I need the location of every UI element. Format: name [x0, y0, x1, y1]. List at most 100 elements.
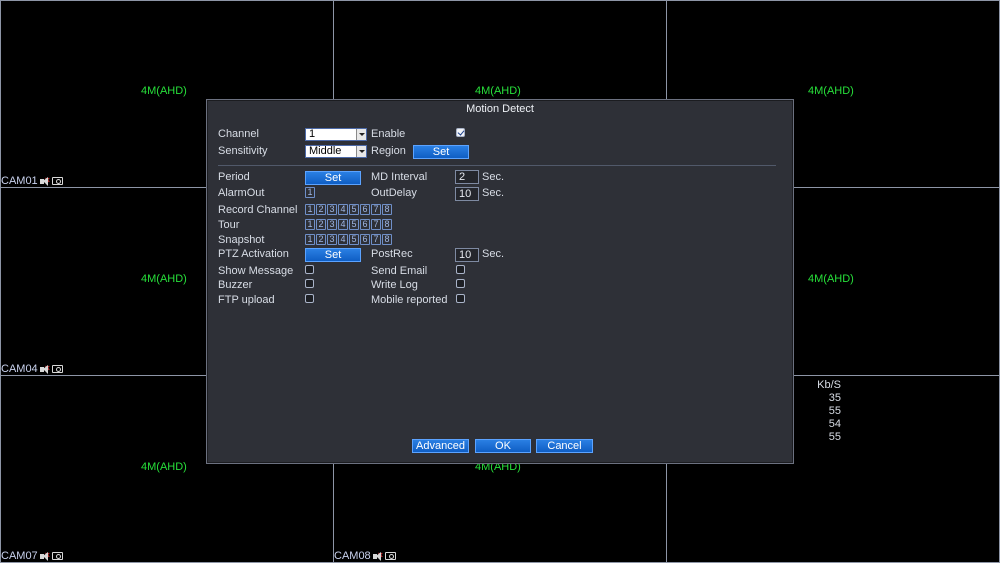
tour-box[interactable]: 5: [349, 219, 359, 230]
send-email-label: Send Email: [371, 265, 428, 277]
tour-box[interactable]: 2: [316, 219, 326, 230]
camera-1-resolution: 4M(AHD): [141, 85, 187, 97]
region-set-button[interactable]: Set: [413, 145, 469, 159]
dialog-title: Motion Detect: [466, 103, 534, 115]
record-channel-box[interactable]: 5: [349, 204, 359, 215]
camera-4-name: CAM04: [1, 363, 38, 375]
md-interval-input[interactable]: 2: [455, 170, 479, 184]
out-delay-label: OutDelay: [371, 187, 417, 199]
tour-box[interactable]: 1: [305, 219, 315, 230]
record-channel-box[interactable]: 1: [305, 204, 315, 215]
enable-label: Enable: [371, 128, 406, 140]
camera-8-label: CAM08 ×: [334, 550, 396, 562]
chevron-down-icon[interactable]: [356, 129, 366, 140]
camera-7-resolution: 4M(AHD): [141, 461, 187, 473]
tour-box[interactable]: 8: [382, 219, 392, 230]
region-label: Region: [371, 145, 406, 157]
camera-8-name: CAM08: [334, 550, 371, 562]
channel-value: 1: [309, 128, 316, 140]
tour-box[interactable]: 4: [338, 219, 348, 230]
snapshot-box[interactable]: 4: [338, 234, 348, 245]
tour-box[interactable]: 6: [360, 219, 370, 230]
tour-box[interactable]: 7: [371, 219, 381, 230]
write-log-label: Write Log: [371, 279, 418, 291]
snapshot-box[interactable]: 5: [349, 234, 359, 245]
post-rec-unit: Sec.: [482, 248, 505, 260]
sensitivity-select[interactable]: Middle: [305, 145, 367, 158]
ptz-activation-label: PTZ Activation: [218, 248, 289, 260]
bitrate-header: Kb/S: [817, 379, 841, 391]
channel-label: Channel: [218, 128, 259, 140]
alarm-out-label: AlarmOut: [218, 187, 265, 199]
record-channel-box[interactable]: 7: [371, 204, 381, 215]
snapshot-box[interactable]: 7: [371, 234, 381, 245]
sensitivity-value: Middle: [309, 145, 342, 157]
bitrate-panel: Kb/S 35 55 54 55: [800, 379, 856, 444]
tour-boxes: 1 2 3 4 5 6 7 8: [305, 219, 393, 230]
post-rec-label: PostRec: [371, 248, 413, 260]
mobile-reported-checkbox[interactable]: [456, 294, 465, 303]
ok-button[interactable]: OK: [475, 439, 531, 453]
cancel-button[interactable]: Cancel: [536, 439, 593, 453]
alarm-out-channels: 1: [305, 187, 316, 198]
write-log-checkbox[interactable]: [456, 279, 465, 288]
tour-label: Tour: [218, 219, 240, 231]
ftp-upload-label: FTP upload: [218, 294, 275, 306]
snapshot-label: Snapshot: [218, 234, 265, 246]
speaker-muted-icon: ×: [39, 175, 50, 186]
camera-icon: [51, 552, 63, 560]
camera-3-resolution: 4M(AHD): [808, 85, 854, 97]
send-email-checkbox[interactable]: [456, 265, 465, 274]
snapshot-box[interactable]: 2: [316, 234, 326, 245]
camera-icon: [51, 365, 63, 373]
record-channel-box[interactable]: 6: [360, 204, 370, 215]
record-channel-box[interactable]: 8: [382, 204, 392, 215]
bitrate-value: 35: [828, 392, 841, 404]
record-channel-label: Record Channel: [218, 204, 298, 216]
snapshot-box[interactable]: 3: [327, 234, 337, 245]
post-rec-input[interactable]: 10: [455, 248, 479, 262]
buzzer-checkbox[interactable]: [305, 279, 314, 288]
period-set-button[interactable]: Set: [305, 171, 361, 185]
camera-7-label: CAM07 ×: [1, 550, 63, 562]
sensitivity-label: Sensitivity: [218, 145, 268, 157]
camera-6-resolution: 4M(AHD): [808, 273, 854, 285]
bitrate-value: 54: [828, 418, 841, 430]
alarm-out-box[interactable]: 1: [305, 187, 315, 198]
enable-checkbox[interactable]: [456, 128, 465, 137]
snapshot-box[interactable]: 6: [360, 234, 370, 245]
buzzer-label: Buzzer: [218, 279, 253, 291]
ftp-upload-checkbox[interactable]: [305, 294, 314, 303]
record-channel-box[interactable]: 2: [316, 204, 326, 215]
camera-4-label: CAM04 ×: [1, 363, 63, 375]
divider: [218, 165, 776, 166]
motion-detect-dialog: Motion Detect Channel 1 Enable Sensitivi…: [206, 99, 794, 464]
advanced-button[interactable]: Advanced: [412, 439, 469, 453]
speaker-muted-icon: ×: [39, 363, 50, 374]
record-channel-box[interactable]: 4: [338, 204, 348, 215]
channel-select[interactable]: 1: [305, 128, 367, 141]
md-interval-label: MD Interval: [371, 171, 428, 183]
camera-2-resolution: 4M(AHD): [475, 85, 521, 97]
md-interval-unit: Sec.: [482, 171, 505, 183]
camera-1-label: CAM01 ×: [1, 175, 63, 187]
show-message-checkbox[interactable]: [305, 265, 314, 274]
camera-1-name: CAM01: [1, 175, 38, 187]
bitrate-value: 55: [828, 405, 841, 417]
record-channel-boxes: 1 2 3 4 5 6 7 8: [305, 204, 393, 215]
speaker-muted-icon: ×: [39, 550, 50, 561]
ptz-set-button[interactable]: Set: [305, 248, 361, 262]
record-channel-box[interactable]: 3: [327, 204, 337, 215]
tour-box[interactable]: 3: [327, 219, 337, 230]
snapshot-boxes: 1 2 3 4 5 6 7 8: [305, 234, 393, 245]
mobile-reported-label: Mobile reported: [371, 294, 448, 306]
camera-icon: [51, 177, 63, 185]
camera-4-resolution: 4M(AHD): [141, 273, 187, 285]
chevron-down-icon[interactable]: [356, 146, 366, 157]
out-delay-unit: Sec.: [482, 187, 505, 199]
period-label: Period: [218, 171, 250, 183]
snapshot-box[interactable]: 8: [382, 234, 392, 245]
snapshot-box[interactable]: 1: [305, 234, 315, 245]
show-message-label: Show Message: [218, 265, 294, 277]
out-delay-input[interactable]: 10: [455, 187, 479, 201]
